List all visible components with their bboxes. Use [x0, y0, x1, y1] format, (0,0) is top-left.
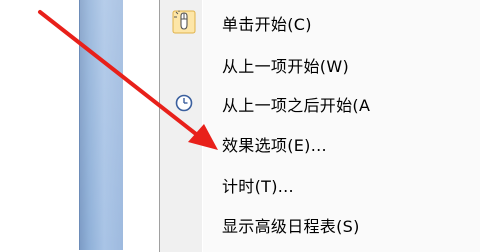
menu-item-with-previous[interactable]: 从上一项开始(W): [160, 44, 480, 84]
menu-item-start-on-click[interactable]: 单击开始(C): [160, 2, 480, 42]
menu-item-advanced-timeline[interactable]: 显示高级日程表(S): [160, 204, 480, 244]
clock-icon: [172, 91, 196, 115]
menu-item-label: 显示高级日程表(S): [222, 217, 360, 236]
menu-item-label: 从上一项开始(W): [222, 57, 350, 76]
menu-item-timing[interactable]: 计时(T)...: [160, 164, 480, 204]
menu-item-effect-options[interactable]: 效果选项(E)...: [160, 123, 480, 163]
menu-item-label: 效果选项(E)...: [222, 136, 327, 155]
slide-pane-strip: [79, 0, 124, 250]
slide-pane-highlight: [80, 0, 124, 250]
mouse-click-icon: [172, 10, 196, 34]
context-menu: 单击开始(C) 从上一项开始(W) 从上一项之后开始(A 效果选项(E)... …: [159, 0, 480, 252]
menu-item-after-previous[interactable]: 从上一项之后开始(A: [160, 83, 480, 123]
document-margin: [123, 0, 160, 250]
menu-item-label: 计时(T)...: [222, 177, 294, 196]
menu-item-label: 单击开始(C): [222, 15, 312, 34]
menu-item-label: 从上一项之后开始(A: [222, 96, 371, 115]
